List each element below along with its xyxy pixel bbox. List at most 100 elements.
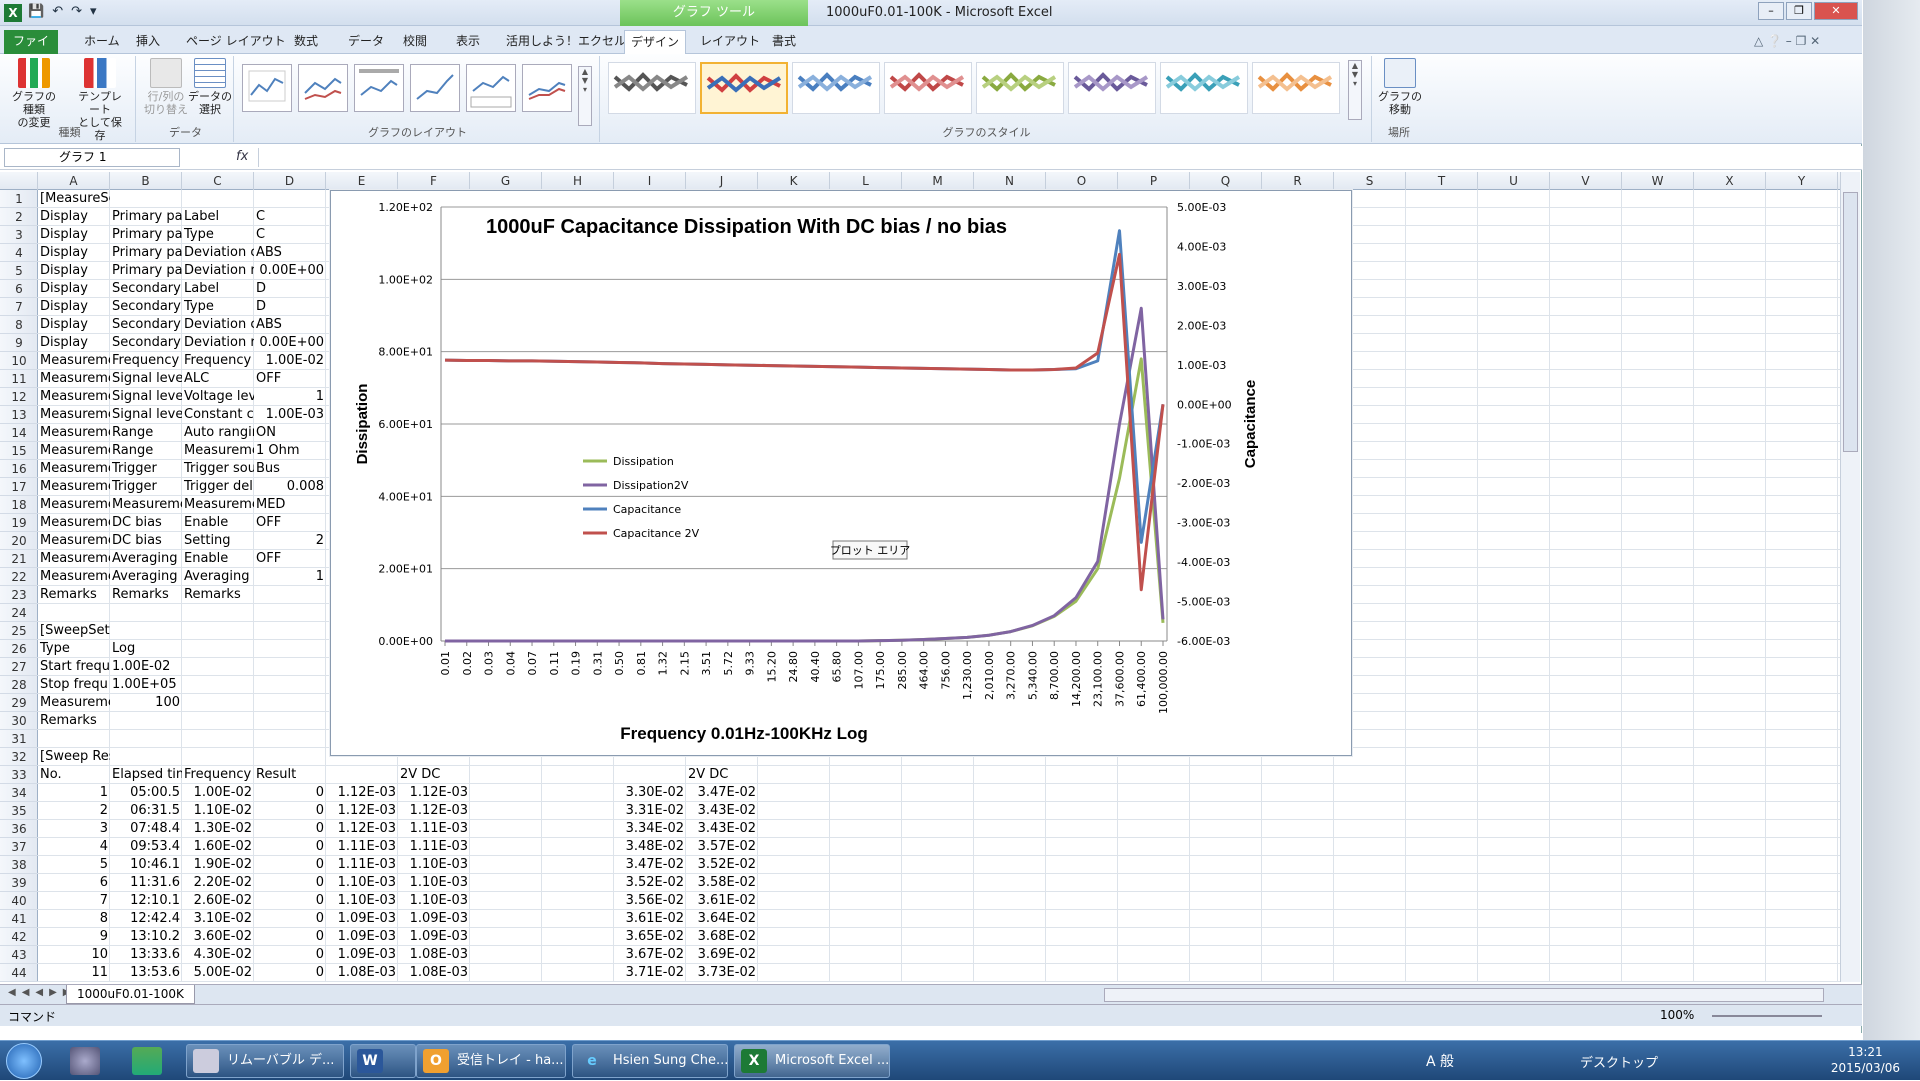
column-header-u[interactable]: U (1478, 172, 1550, 190)
column-header-v[interactable]: V (1550, 172, 1622, 190)
cell[interactable]: C (254, 226, 326, 244)
cell[interactable]: 3.71E-02 (614, 964, 686, 982)
cell[interactable]: 3.34E-02 (614, 820, 686, 838)
column-header-k[interactable]: K (758, 172, 830, 190)
cell[interactable]: Display (38, 280, 110, 298)
row-header-44[interactable]: 44 (0, 964, 38, 982)
row-header-29[interactable]: 29 (0, 694, 38, 712)
start-button[interactable] (6, 1043, 42, 1079)
row-header-32[interactable]: 32 (0, 748, 38, 766)
cell[interactable]: Signal leve (110, 406, 182, 424)
cell[interactable]: 3.57E-02 (686, 838, 758, 856)
column-header-b[interactable]: B (110, 172, 182, 190)
row-header-27[interactable]: 27 (0, 658, 38, 676)
customize-qat-icon[interactable]: ▾ (90, 4, 97, 19)
column-header-l[interactable]: L (830, 172, 902, 190)
cell[interactable]: Display (38, 208, 110, 226)
cell[interactable]: 2.20E-02 (182, 874, 254, 892)
cell[interactable]: Secondary (110, 334, 182, 352)
layout-5-thumbnail[interactable] (466, 64, 516, 112)
cell[interactable]: OFF (254, 370, 326, 388)
layout-gallery-scroll[interactable]: ▲ ▼ ▾ (578, 66, 592, 126)
cell[interactable]: Type (182, 298, 254, 316)
cell[interactable]: 12:42.4 (110, 910, 182, 928)
cell[interactable]: 06:31.5 (110, 802, 182, 820)
cell[interactable]: 1.09E-03 (398, 910, 470, 928)
sheet-tab[interactable]: 1000uF0.01-100K (66, 985, 195, 1004)
cell[interactable]: Start frequ (38, 658, 110, 676)
cell[interactable]: Remarks (110, 586, 182, 604)
row-header-1[interactable]: 1 (0, 190, 38, 208)
style-8-thumbnail[interactable] (1252, 62, 1340, 114)
cell[interactable]: 0 (254, 874, 326, 892)
cell[interactable]: Remarks (182, 586, 254, 604)
tab-home[interactable]: ホーム (78, 30, 126, 54)
style-2-thumbnail-selected[interactable] (700, 62, 788, 114)
cell[interactable]: Display (38, 262, 110, 280)
row-header-34[interactable]: 34 (0, 784, 38, 802)
layout-6-thumbnail[interactable] (522, 64, 572, 112)
column-header-s[interactable]: S (1334, 172, 1406, 190)
column-header-w[interactable]: W (1622, 172, 1694, 190)
tab-formulas[interactable]: 数式 (288, 30, 324, 54)
cell[interactable]: Type (38, 640, 110, 658)
excel-app-icon[interactable]: X (4, 4, 22, 22)
change-chart-type-button[interactable]: グラフの種類 の変更 (8, 58, 60, 129)
column-header-m[interactable]: M (902, 172, 974, 190)
row-header-25[interactable]: 25 (0, 622, 38, 640)
cell[interactable]: 2 (38, 802, 110, 820)
row-header-28[interactable]: 28 (0, 676, 38, 694)
taskbar-item-excel[interactable]: X Microsoft Excel ... (734, 1044, 890, 1078)
column-header-a[interactable]: A (38, 172, 110, 190)
cell[interactable]: Secondary (110, 298, 182, 316)
row-header-40[interactable]: 40 (0, 892, 38, 910)
cell[interactable]: Deviation c (182, 316, 254, 334)
column-header-t[interactable]: T (1406, 172, 1478, 190)
cell[interactable]: Range (110, 424, 182, 442)
tab-format[interactable]: 書式 (766, 30, 802, 54)
row-header-22[interactable]: 22 (0, 568, 38, 586)
cell[interactable]: D (254, 280, 326, 298)
undo-icon[interactable]: ↶ (52, 4, 63, 19)
cell[interactable]: 1.00E-02 (110, 658, 182, 676)
cell[interactable]: 1.00E-03 (254, 406, 326, 424)
cell[interactable]: 1.12E-03 (398, 784, 470, 802)
cell[interactable]: 2.60E-02 (182, 892, 254, 910)
cell[interactable]: Measureme (38, 550, 110, 568)
row-header-16[interactable]: 16 (0, 460, 38, 478)
cell[interactable]: Measureme (38, 532, 110, 550)
column-header-i[interactable]: I (614, 172, 686, 190)
cell[interactable]: ALC (182, 370, 254, 388)
help-icon[interactable]: △ ❔ – ❐ ✕ (1748, 30, 1826, 54)
cell[interactable]: 0 (254, 892, 326, 910)
cell[interactable]: 07:48.4 (110, 820, 182, 838)
cell[interactable]: DC bias (110, 532, 182, 550)
cell[interactable]: 3.68E-02 (686, 928, 758, 946)
redo-icon[interactable]: ↷ (71, 4, 82, 19)
tab-design[interactable]: デザイン (624, 30, 687, 54)
cell[interactable]: 2V DC (398, 766, 470, 784)
column-header-j[interactable]: J (686, 172, 758, 190)
cell[interactable]: 3.43E-02 (686, 820, 758, 838)
taskbar-item-word[interactable]: W (350, 1044, 416, 1078)
cell[interactable]: 0 (254, 946, 326, 964)
cell[interactable]: Secondary (110, 280, 182, 298)
cell[interactable]: 4 (38, 838, 110, 856)
cell[interactable]: 1.10E-03 (326, 892, 398, 910)
cell[interactable]: 3.47E-02 (614, 856, 686, 874)
row-header-20[interactable]: 20 (0, 532, 38, 550)
cell[interactable]: Measureme (38, 370, 110, 388)
cell[interactable]: 1.10E-02 (182, 802, 254, 820)
cell[interactable]: 0 (254, 928, 326, 946)
cell[interactable]: 2V DC (686, 766, 758, 784)
cell[interactable]: 1 (254, 568, 326, 586)
cell[interactable]: 13:10.2 (110, 928, 182, 946)
cell[interactable]: 3.10E-02 (182, 910, 254, 928)
cell[interactable]: Range (110, 442, 182, 460)
layout-1-thumbnail[interactable] (242, 64, 292, 112)
cell[interactable]: [MeasureSetting] (38, 190, 110, 208)
column-header-x[interactable]: X (1694, 172, 1766, 190)
move-chart-button[interactable]: グラフの 移動 (1374, 58, 1426, 116)
cell[interactable]: Signal leve (110, 370, 182, 388)
cell[interactable]: 3.73E-02 (686, 964, 758, 982)
